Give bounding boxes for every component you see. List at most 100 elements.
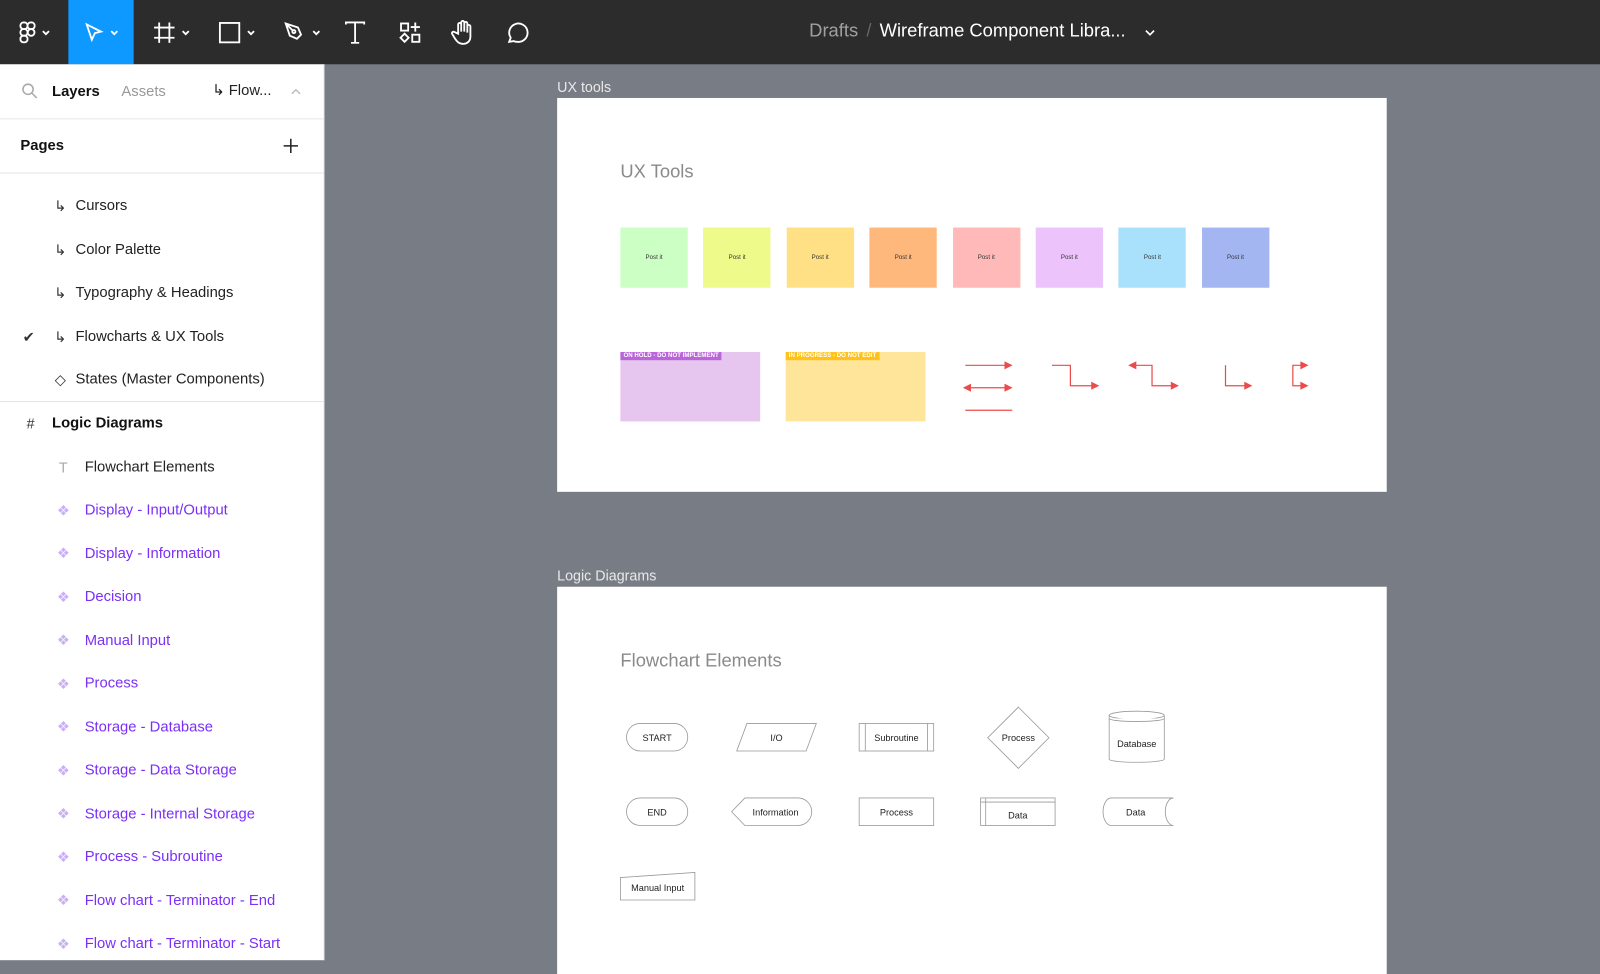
layer-item[interactable]: ❖ Process - Subroutine xyxy=(0,837,324,878)
information-label: Information xyxy=(752,806,799,817)
postit-sticky[interactable]: Post it xyxy=(703,227,771,288)
tab-layers[interactable]: Layers xyxy=(52,84,100,100)
file-breadcrumb: Drafts / Wireframe Component Libra... xyxy=(809,20,1155,41)
arrow-bidirectional-icon[interactable] xyxy=(962,383,1013,392)
add-page-icon[interactable] xyxy=(283,138,299,154)
branch-arrow-icon[interactable] xyxy=(1292,361,1309,390)
start-label: START xyxy=(642,732,672,743)
layer-label: Process xyxy=(84,675,139,692)
page-item[interactable]: ◇ States (Master Components) xyxy=(0,359,324,400)
component-icon: ❖ xyxy=(56,588,70,605)
component-icon: ❖ xyxy=(56,674,70,692)
canvas[interactable]: UX tools UX Tools Post it Post it Post it P… xyxy=(324,64,1600,974)
layer-label: Storage - Internal Storage xyxy=(84,805,255,822)
component-icon: ❖ xyxy=(56,935,70,952)
component-diamond-icon: ◇ xyxy=(54,370,66,388)
status-card-on-hold[interactable]: ON HOLD - DO NOT IMPLEMENT xyxy=(620,352,761,422)
sub-page-arrow-icon: ↳ xyxy=(54,284,67,301)
frame-label-ux-tools[interactable]: UX tools xyxy=(557,79,611,95)
move-tool-button[interactable] xyxy=(68,0,134,65)
layer-item[interactable]: ❖ Storage - Internal Storage xyxy=(0,793,324,834)
elbow-double-arrow-icon[interactable] xyxy=(1128,361,1179,390)
search-icon[interactable] xyxy=(21,83,38,99)
page-label: Color Palette xyxy=(75,241,162,259)
postit-sticky[interactable]: Post it xyxy=(786,227,854,288)
layer-item[interactable]: ❖ Flow chart - Terminator - End xyxy=(0,880,324,921)
page-item[interactable]: ↳ Typography & Headings xyxy=(0,272,324,313)
page-item[interactable]: ↳ Color Palette xyxy=(0,230,324,271)
frame-tool-button[interactable] xyxy=(143,0,200,64)
layer-label: Storage - Data Storage xyxy=(84,762,237,779)
comment-bubble-icon xyxy=(507,22,529,43)
page-label: States (Master Components) xyxy=(75,371,265,388)
status-card-in-progress[interactable]: IN PROGRESS - DO NOT EDIT xyxy=(785,352,926,422)
layer-item[interactable]: ❖ Decision xyxy=(0,577,324,618)
layer-item[interactable]: ❖ Storage - Database xyxy=(0,707,324,748)
postit-sticky[interactable]: Post it xyxy=(1035,227,1104,288)
postit-sticky[interactable]: Post it xyxy=(952,227,1020,288)
rectangle-icon xyxy=(218,21,241,43)
postit-sticky[interactable]: Post it xyxy=(1118,227,1187,288)
rectangle-tool-button[interactable] xyxy=(208,0,265,64)
status-tag-in-progress: IN PROGRESS - DO NOT EDIT xyxy=(785,352,880,361)
layer-item[interactable]: ❖ Display - Input/Output xyxy=(0,490,324,531)
resources-tool-button[interactable] xyxy=(392,0,429,64)
page-item[interactable]: ✔ ↳ Flowcharts & UX Tools xyxy=(0,316,324,357)
layer-item[interactable]: ❖ Display - Information xyxy=(0,533,324,574)
component-icon: ❖ xyxy=(56,718,70,735)
flowchart-shapes xyxy=(619,706,1174,901)
elbow-arrow-icon[interactable] xyxy=(1052,364,1100,390)
pen-tool-button[interactable] xyxy=(273,0,330,64)
current-page-selector[interactable]: ↳ Flow... xyxy=(212,83,271,99)
layer-item[interactable]: ❖ Flow chart - Terminator - Start xyxy=(0,923,324,964)
component-icon: ❖ xyxy=(56,544,70,562)
corner-arrow-icon[interactable] xyxy=(1224,365,1253,390)
process-label: Process xyxy=(879,806,914,817)
breadcrumb-drafts[interactable]: Drafts xyxy=(809,20,858,40)
chevron-up-icon[interactable] xyxy=(291,88,301,96)
layer-item[interactable]: # Logic Diagrams xyxy=(0,403,324,444)
layer-label: Manual Input xyxy=(84,632,171,649)
frame-hash-icon: # xyxy=(26,415,35,432)
frame-hash-icon xyxy=(154,21,175,43)
pages-title: Pages xyxy=(20,137,65,155)
component-icon: ❖ xyxy=(56,848,70,865)
sub-page-arrow-icon: ↳ xyxy=(212,82,229,99)
arrow-right-icon[interactable] xyxy=(965,361,1013,370)
tab-assets[interactable]: Assets xyxy=(121,84,165,100)
ux-tools-frame[interactable]: UX Tools Post it Post it Post it Post it Pos… xyxy=(557,97,1387,492)
comment-tool-button[interactable] xyxy=(499,0,536,64)
layer-item[interactable]: T Flowchart Elements xyxy=(0,446,324,487)
connector-arrows xyxy=(962,361,1309,411)
ux-tools-heading: UX Tools xyxy=(620,161,694,182)
sidebar-tabs: Layers Assets ↳ Flow... xyxy=(0,64,325,120)
chevron-down-icon xyxy=(247,29,255,35)
text-tool-button[interactable] xyxy=(337,0,374,64)
postit-sticky[interactable]: Post it xyxy=(1201,227,1270,288)
postit-sticky[interactable]: Post it xyxy=(869,227,937,288)
postit-sticky[interactable]: Post it xyxy=(620,227,688,288)
logic-diagrams-frame[interactable]: Flowchart Elements START I/O Subroutine … xyxy=(557,586,1387,974)
component-icon: ❖ xyxy=(56,891,70,909)
layer-item[interactable]: ❖ Storage - Data Storage xyxy=(0,750,324,791)
chevron-down-icon[interactable] xyxy=(1145,29,1155,37)
file-name[interactable]: Wireframe Component Libra... xyxy=(880,20,1126,40)
hand-tool-button[interactable] xyxy=(445,0,482,64)
layer-label: Flowchart Elements xyxy=(84,458,215,475)
layer-item[interactable]: ❖ Manual Input xyxy=(0,620,324,661)
page-item[interactable]: ↳ Cursors xyxy=(0,186,324,227)
layer-label: Flow chart - Terminator - Start xyxy=(84,935,281,953)
database-label: Database xyxy=(1117,738,1157,749)
layer-item[interactable]: ❖ Process xyxy=(0,663,324,704)
toolbar: Drafts / Wireframe Component Libra... xyxy=(0,0,1600,65)
figma-logo-icon xyxy=(18,21,36,43)
component-icon: ❖ xyxy=(56,805,70,822)
layer-label: Display - Input/Output xyxy=(84,502,228,519)
figma-menu-button[interactable] xyxy=(0,0,68,64)
io-label: I/O xyxy=(770,732,783,743)
page-label: Flowcharts & UX Tools xyxy=(75,328,225,345)
frame-label-logic-diagrams[interactable]: Logic Diagrams xyxy=(557,567,656,583)
component-icon: ❖ xyxy=(56,501,70,518)
status-tag-on-hold: ON HOLD - DO NOT IMPLEMENT xyxy=(620,352,722,361)
divider xyxy=(0,401,325,403)
